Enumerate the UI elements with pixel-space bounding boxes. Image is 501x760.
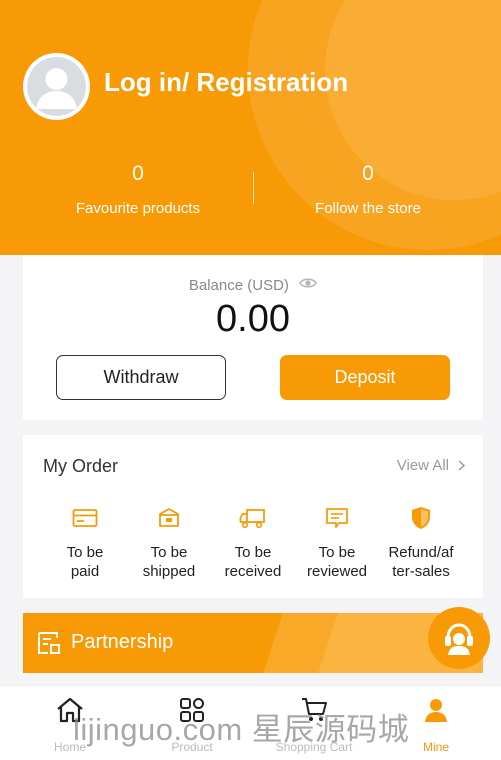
mine-page: Log in/ Registration 0 Favourite product… — [0, 0, 501, 760]
view-all-label: View All — [396, 457, 449, 474]
review-icon — [291, 505, 383, 531]
avatar[interactable] — [23, 53, 90, 120]
order-to-be-shipped-line1: To be — [150, 544, 188, 561]
box-icon — [123, 505, 215, 531]
order-to-be-paid-line1: To be — [66, 544, 104, 561]
default-avatar-icon — [27, 57, 86, 116]
order-to-be-paid-line2: paid — [70, 563, 100, 580]
follow-store-label: Follow the store — [315, 200, 421, 217]
stat-divider — [253, 172, 254, 204]
order-to-be-shipped-line2: shipped — [142, 563, 196, 580]
headset-icon — [445, 623, 473, 655]
favourite-products-count: 0 — [132, 162, 144, 185]
my-order-card: My Order View All To be paid To be shipp… — [23, 435, 483, 598]
deposit-button[interactable]: Deposit — [280, 355, 450, 400]
favourite-products-stat[interactable]: 0 Favourite products — [38, 160, 238, 217]
order-to-be-reviewed-line2: reviewed — [306, 563, 368, 580]
order-refund-after-sales[interactable]: Refund/af ter-sales — [375, 505, 467, 581]
withdraw-button[interactable]: Withdraw — [56, 355, 226, 400]
order-to-be-received-line1: To be — [234, 544, 272, 561]
login-registration-link[interactable]: Log in/ Registration — [104, 67, 348, 98]
card-icon — [39, 505, 131, 531]
balance-card: Balance (USD) 0.00 Withdraw Deposit — [23, 255, 483, 420]
order-refund-line1: Refund/af — [388, 544, 454, 561]
shield-icon — [375, 505, 467, 531]
order-to-be-shipped[interactable]: To be shipped — [123, 505, 215, 581]
follow-store-stat[interactable]: 0 Follow the store — [268, 160, 468, 217]
order-to-be-paid[interactable]: To be paid — [39, 505, 131, 581]
order-to-be-reviewed[interactable]: To be reviewed — [291, 505, 383, 581]
balance-currency: (USD) — [247, 277, 289, 294]
partnership-banner[interactable]: Partnership — [23, 613, 483, 673]
balance-amount: 0.00 — [216, 298, 290, 340]
order-refund-line2: ter-sales — [392, 563, 450, 580]
order-to-be-received[interactable]: To be received — [207, 505, 299, 581]
order-to-be-received-line2: received — [224, 563, 282, 580]
profile-header: Log in/ Registration 0 Favourite product… — [0, 0, 501, 255]
truck-icon — [207, 505, 299, 531]
eye-icon[interactable] — [299, 276, 318, 293]
partnership-label: Partnership — [71, 631, 174, 653]
follow-store-count: 0 — [362, 162, 374, 185]
my-order-title: My Order — [43, 456, 119, 476]
order-to-be-reviewed-line1: To be — [318, 544, 356, 561]
watermark-text: lijinguo.com 星辰源码城 — [73, 712, 410, 747]
balance-label-row: Balance (USD) — [23, 277, 483, 294]
balance-label: Balance — [188, 277, 244, 294]
customer-service-button[interactable] — [428, 607, 490, 669]
favourite-products-label: Favourite products — [75, 200, 201, 217]
view-all-orders-link[interactable]: View All — [397, 457, 465, 474]
partnership-icon — [38, 632, 60, 654]
chevron-right-icon — [458, 460, 465, 471]
